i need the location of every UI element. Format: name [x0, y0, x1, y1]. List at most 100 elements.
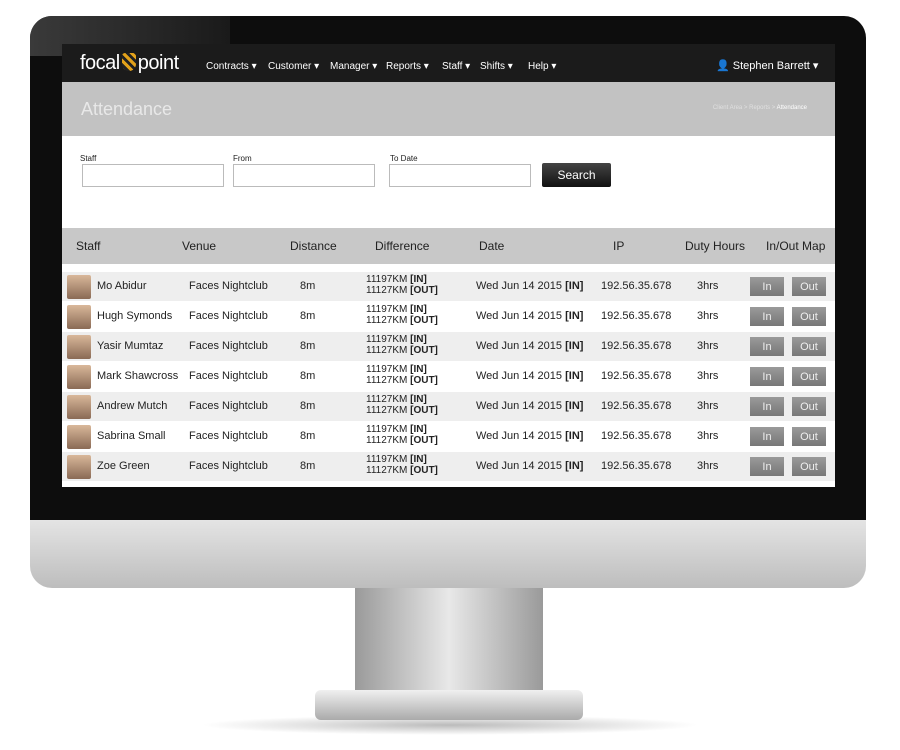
distance: 8m: [300, 400, 316, 412]
avatar: [67, 395, 91, 419]
date: Wed Jun 14 2015 [IN]: [476, 430, 584, 442]
navbar: focal point Contracts ▾ Customer ▾ Manage…: [62, 44, 835, 82]
venue: Faces Nightclub: [189, 430, 268, 442]
difference: 11197KM [IN] 11127KM [OUT]: [366, 334, 438, 356]
logo[interactable]: focal point: [80, 52, 179, 75]
header-venue: Venue: [182, 239, 217, 253]
monitor-chin: [30, 520, 866, 588]
difference: 11197KM [IN] 11127KM [OUT]: [366, 304, 438, 326]
header-distance: Distance: [290, 239, 337, 253]
menu-manager[interactable]: Manager ▾: [330, 61, 377, 72]
header-date: Date: [479, 239, 505, 253]
header-inout-map: In/Out Map: [766, 239, 826, 253]
out-map-button[interactable]: Out: [792, 277, 826, 296]
date: Wed Jun 14 2015 [IN]: [476, 400, 584, 412]
venue: Faces Nightclub: [189, 310, 268, 322]
out-map-button[interactable]: Out: [792, 337, 826, 356]
menu-help[interactable]: Help ▾: [528, 61, 556, 72]
header-duty-hours: Duty Hours: [685, 239, 746, 253]
duty-hours: 3hrs: [697, 280, 719, 292]
header-difference: Difference: [375, 239, 430, 253]
duty-hours: 3hrs: [697, 400, 719, 412]
out-map-button[interactable]: Out: [792, 457, 826, 476]
ip-address: 192.56.35.678: [601, 280, 672, 292]
table-row: Mark Shawcross Faces Nightclub 8m 11197K…: [62, 362, 835, 391]
distance: 8m: [300, 370, 316, 382]
avatar: [67, 365, 91, 389]
in-map-button[interactable]: In: [750, 427, 784, 446]
duty-hours: 3hrs: [697, 430, 719, 442]
difference: 11127KM [IN] 11127KM [OUT]: [366, 394, 438, 416]
monitor-base: [315, 690, 583, 720]
date: Wed Jun 14 2015 [IN]: [476, 280, 584, 292]
in-map-button[interactable]: In: [750, 277, 784, 296]
menu-customer[interactable]: Customer ▾: [268, 61, 319, 72]
in-map-button[interactable]: In: [750, 307, 784, 326]
staff-name: Sabrina Small: [97, 430, 166, 442]
ip-address: 192.56.35.678: [601, 460, 672, 472]
difference: 11197KM [IN] 11127KM [OUT]: [366, 274, 438, 296]
out-map-button[interactable]: Out: [792, 367, 826, 386]
page-title: Attendance: [81, 99, 173, 119]
staff-input[interactable]: [82, 164, 224, 187]
avatar: [67, 275, 91, 299]
breadcrumb: Client Area > Reports > Attendance: [712, 105, 807, 111]
user-icon: 👤: [716, 60, 730, 72]
staff-name: Zoe Green: [97, 460, 150, 472]
user-menu[interactable]: 👤 Stephen Barrett ▾: [716, 59, 818, 72]
in-map-button[interactable]: In: [750, 457, 784, 476]
breadcrumb-client-area[interactable]: Client Area: [713, 105, 742, 111]
title-bar: Attendance Client Area > Reports > Atten…: [62, 82, 835, 136]
staff-name: Mo Abidur: [97, 280, 147, 292]
difference: 11197KM [IN] 11127KM [OUT]: [366, 424, 438, 446]
to-date-label: To Date: [390, 154, 418, 163]
ip-address: 192.56.35.678: [601, 340, 672, 352]
menu-reports[interactable]: Reports ▾: [386, 61, 429, 72]
breadcrumb-reports[interactable]: Reports: [749, 105, 770, 111]
from-input[interactable]: [233, 164, 375, 187]
table-row: Sabrina Small Faces Nightclub 8m 11197KM…: [62, 422, 835, 451]
venue: Faces Nightclub: [189, 280, 268, 292]
in-map-button[interactable]: In: [750, 367, 784, 386]
distance: 8m: [300, 340, 316, 352]
in-map-button[interactable]: In: [750, 337, 784, 356]
monitor-stand: [355, 588, 543, 698]
ip-address: 192.56.35.678: [601, 370, 672, 382]
staff-name: Andrew Mutch: [97, 400, 168, 412]
venue: Faces Nightclub: [189, 370, 268, 382]
search-button[interactable]: Search: [542, 163, 611, 187]
distance: 8m: [300, 430, 316, 442]
out-map-button[interactable]: Out: [792, 307, 826, 326]
difference: 11197KM [IN] 11127KM [OUT]: [366, 364, 438, 386]
to-date-input[interactable]: [389, 164, 531, 187]
staff-label: Staff: [80, 154, 97, 163]
avatar: [67, 455, 91, 479]
ip-address: 192.56.35.678: [601, 430, 672, 442]
venue: Faces Nightclub: [189, 460, 268, 472]
table-row: Andrew Mutch Faces Nightclub 8m 11127KM …: [62, 392, 835, 421]
venue: Faces Nightclub: [189, 400, 268, 412]
duty-hours: 3hrs: [697, 460, 719, 472]
avatar: [67, 425, 91, 449]
distance: 8m: [300, 310, 316, 322]
ip-address: 192.56.35.678: [601, 310, 672, 322]
table-row: Mo Abidur Faces Nightclub 8m 11197KM [IN…: [62, 272, 835, 301]
ip-address: 192.56.35.678: [601, 400, 672, 412]
app-screen: focal point Contracts ▾ Customer ▾ Manage…: [62, 44, 835, 487]
table-row: Zoe Green Faces Nightclub 8m 11197KM [IN…: [62, 452, 835, 481]
header-ip: IP: [613, 239, 625, 253]
distance: 8m: [300, 280, 316, 292]
logo-shield-icon: [121, 53, 136, 71]
menu-staff[interactable]: Staff ▾: [442, 61, 470, 72]
in-map-button[interactable]: In: [750, 397, 784, 416]
menu-shifts[interactable]: Shifts ▾: [480, 61, 513, 72]
out-map-button[interactable]: Out: [792, 397, 826, 416]
staff-name: Hugh Symonds: [97, 310, 173, 322]
table-row: Hugh Symonds Faces Nightclub 8m 11197KM …: [62, 302, 835, 331]
staff-name: Mark Shawcross: [97, 370, 179, 382]
avatar: [67, 305, 91, 329]
menu-contracts[interactable]: Contracts ▾: [206, 61, 257, 72]
staff-name: Yasir Mumtaz: [97, 340, 164, 352]
avatar: [67, 335, 91, 359]
out-map-button[interactable]: Out: [792, 427, 826, 446]
